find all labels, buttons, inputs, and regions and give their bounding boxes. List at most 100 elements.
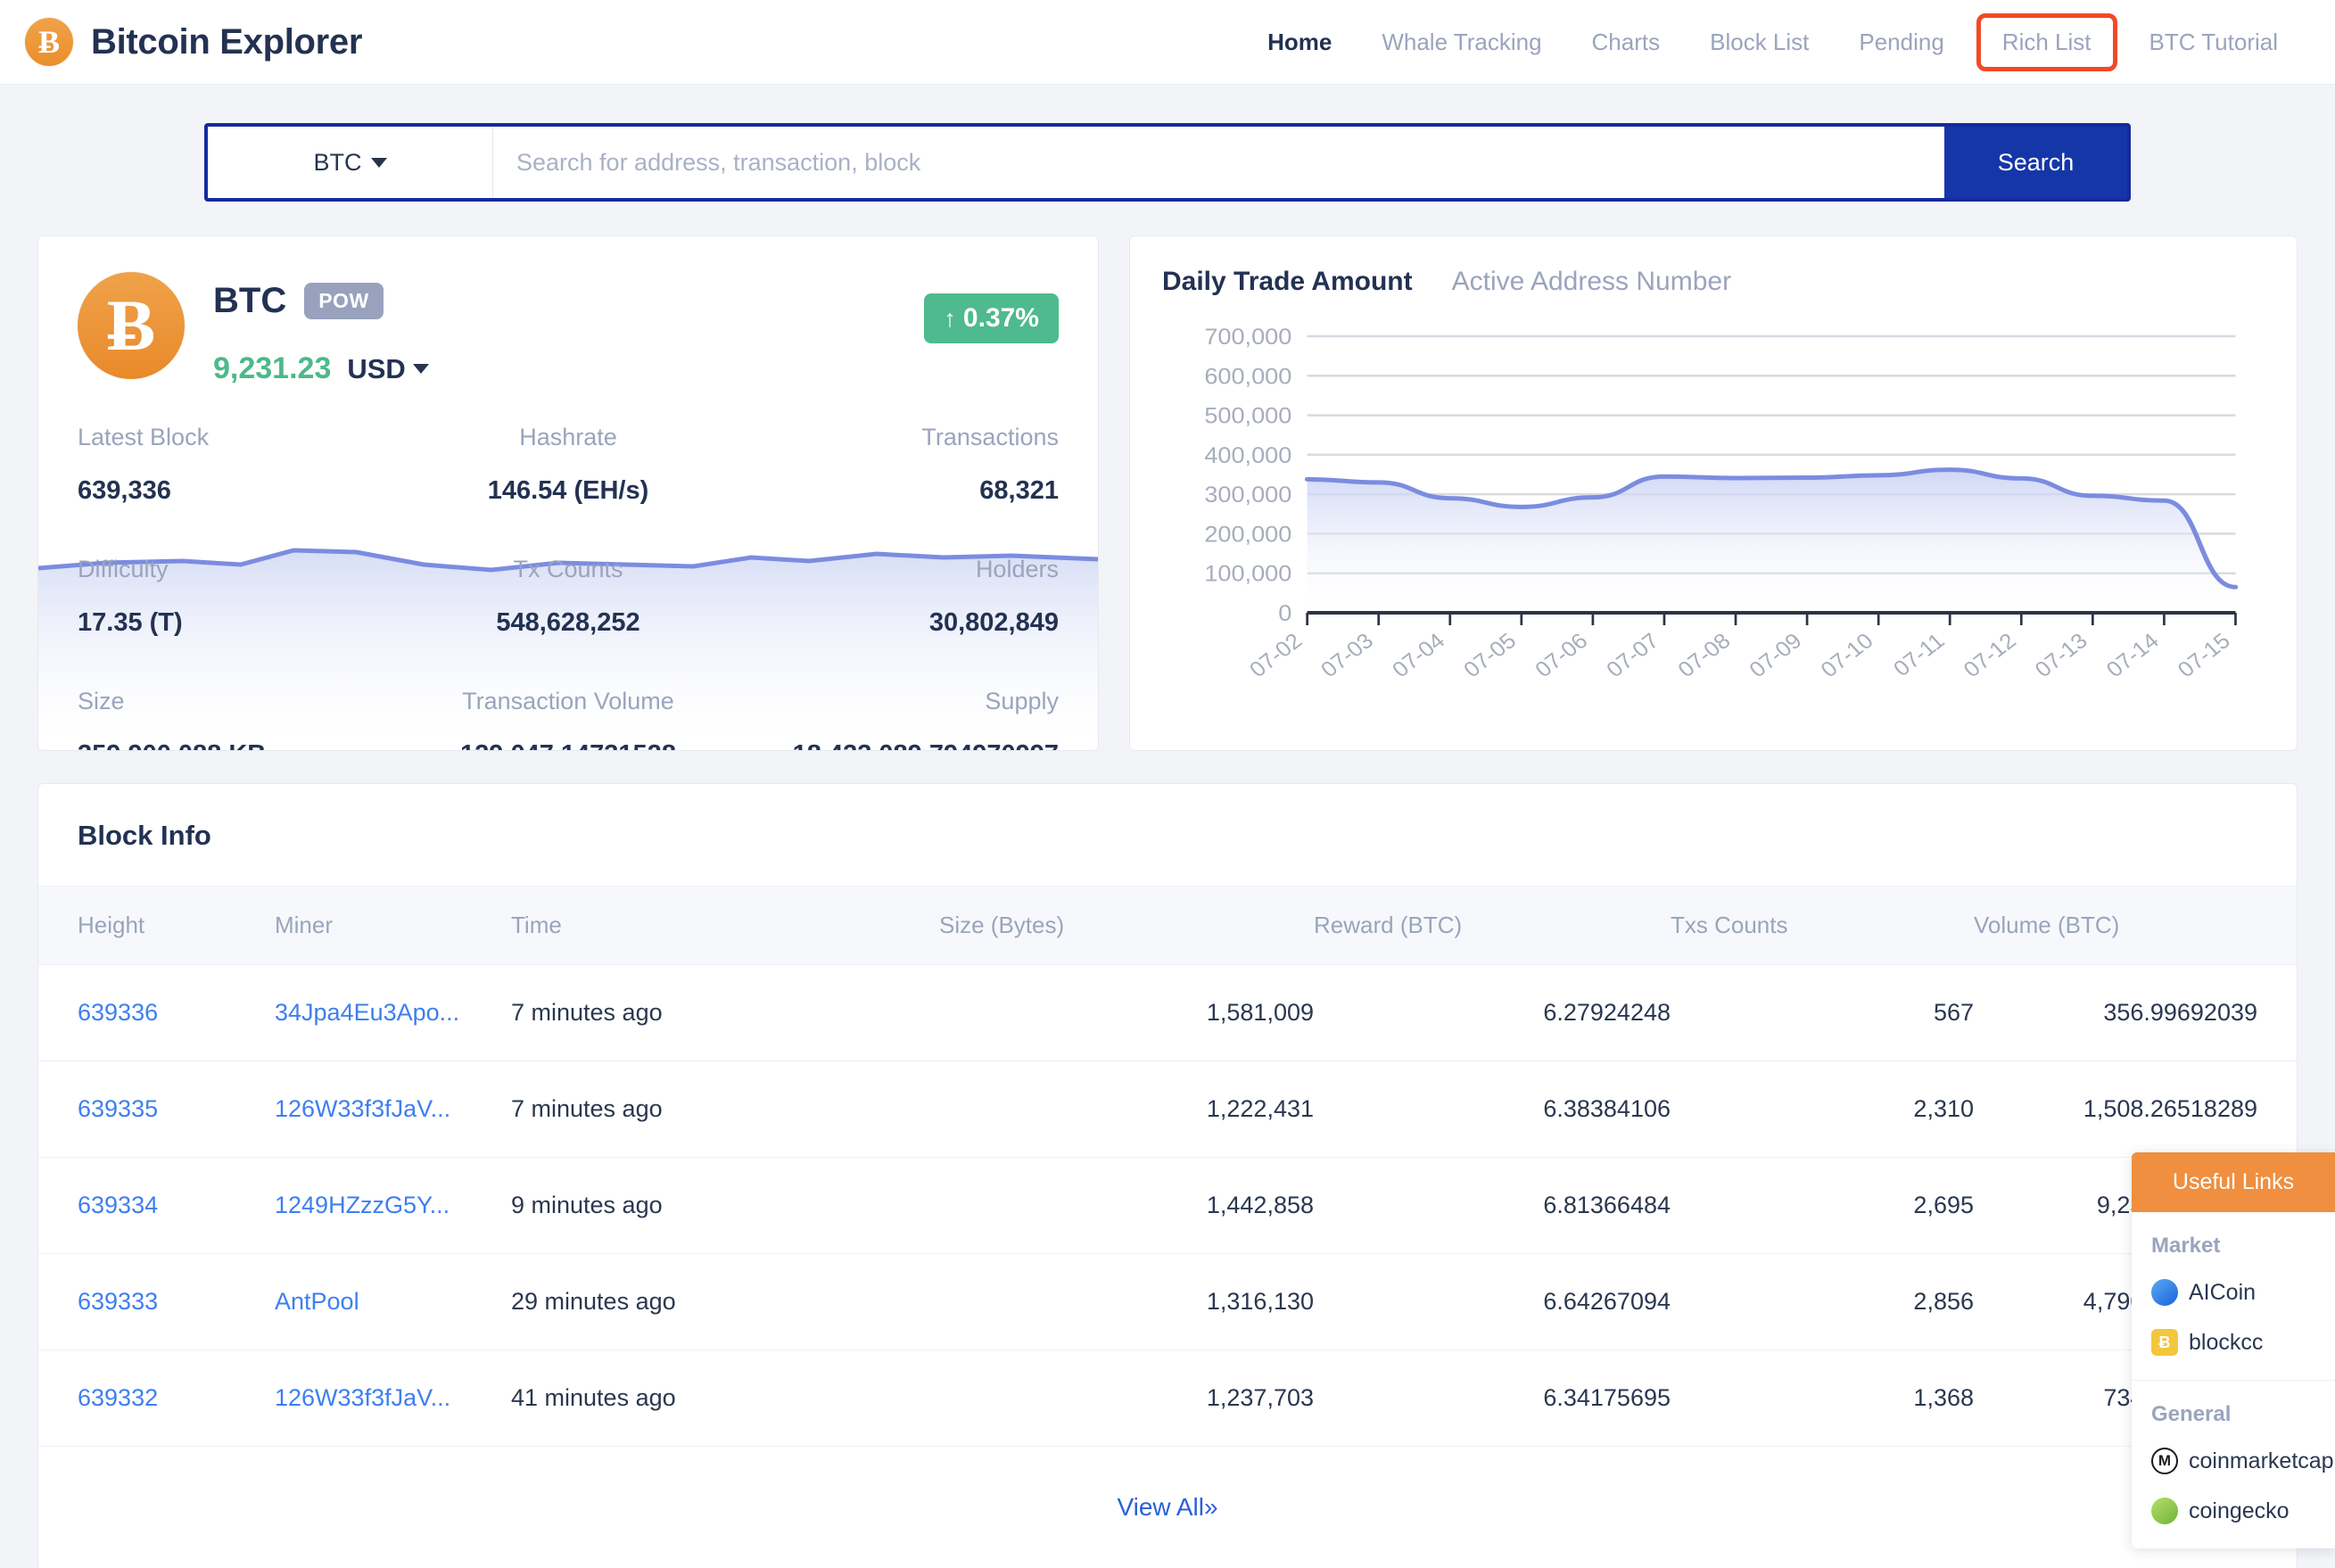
nav-item-rich-list[interactable]: Rich List <box>1976 12 2117 71</box>
link-item-aicoin[interactable]: AICoin <box>2132 1267 2335 1317</box>
nav-item-block-list[interactable]: Block List <box>1685 16 1834 69</box>
block-size: 1,581,009 <box>939 964 1314 1061</box>
link-label: coingecko <box>2189 1498 2290 1523</box>
svg-text:07-04: 07-04 <box>1388 629 1450 682</box>
link-label: coinmarketcap <box>2189 1448 2334 1473</box>
useful-links-panel: Useful Links Market AICoin Ƀ blockcc Gen… <box>2132 1152 2335 1548</box>
svg-text:07-14: 07-14 <box>2101 629 2164 682</box>
svg-text:07-13: 07-13 <box>2030 629 2092 682</box>
nav-item-home[interactable]: Home <box>1242 16 1357 69</box>
nav-item-pending[interactable]: Pending <box>1834 16 1968 69</box>
nav-item-whale-tracking[interactable]: Whale Tracking <box>1357 16 1566 69</box>
column-header-volume: Volume (BTC) <box>1974 912 2120 938</box>
block-volume: 1,508.26518289 <box>1974 1060 2297 1158</box>
block-txs: 2,856 <box>1671 1253 1974 1350</box>
block-reward: 6.38384106 <box>1314 1060 1671 1158</box>
block-reward: 6.34175695 <box>1314 1349 1671 1447</box>
coingecko-icon <box>2151 1498 2178 1524</box>
nav-item-charts[interactable]: Charts <box>1567 16 1686 69</box>
tab-daily-trade-amount[interactable]: Daily Trade Amount <box>1162 267 1413 297</box>
svg-text:07-07: 07-07 <box>1602 629 1664 682</box>
stat-value-transactions: 68,321 <box>979 476 1059 505</box>
stat-value-difficulty: 17.35 (T) <box>78 608 183 637</box>
column-header-size: Size (Bytes) <box>939 912 1065 938</box>
stat-value-tx-counts: 548,628,252 <box>496 608 640 637</box>
miner-link[interactable]: AntPool <box>275 1288 359 1315</box>
table-header-row: Height Miner Time Size (Bytes) Reward (B… <box>38 886 2297 965</box>
stat-label-size: Size <box>78 688 125 714</box>
table-row: 639336 34Jpa4Eu3Apo... 7 minutes ago 1,5… <box>38 964 2297 1061</box>
svg-text:0: 0 <box>1278 600 1291 626</box>
overview-panels: Ƀ BTC POW 9,231.23 USD ↑ 0.37% Latest Bl… <box>0 202 2335 751</box>
view-all-link[interactable]: View All» <box>1117 1493 1217 1521</box>
block-height-link[interactable]: 639334 <box>78 1192 158 1218</box>
svg-text:07-06: 07-06 <box>1531 629 1593 682</box>
svg-text:07-11: 07-11 <box>1889 629 1950 681</box>
svg-text:07-08: 07-08 <box>1673 629 1736 682</box>
bitcoin-coin-icon: Ƀ <box>78 272 185 379</box>
stat-label-holders: Holders <box>975 556 1059 582</box>
nav-item-btc-tutorial[interactable]: BTC Tutorial <box>2125 16 2304 69</box>
block-volume: 356.99692039 <box>1974 964 2297 1061</box>
currency-selector-label: BTC <box>313 148 362 176</box>
block-txs: 2,310 <box>1671 1060 1974 1158</box>
stat-value-supply: 18,433,089.794970997 <box>731 740 1059 750</box>
block-height-link[interactable]: 639336 <box>78 999 158 1026</box>
miner-link[interactable]: 126W33f3fJaV... <box>275 1095 450 1122</box>
useful-links-title[interactable]: Useful Links <box>2132 1152 2335 1212</box>
block-reward: 6.81366484 <box>1314 1157 1671 1254</box>
stat-value-transaction-volume: 129,047.14731528 <box>405 740 732 750</box>
link-item-blockcc[interactable]: Ƀ blockcc <box>2132 1317 2335 1367</box>
block-txs: 2,695 <box>1671 1157 1974 1254</box>
link-item-coingecko[interactable]: coingecko <box>2132 1486 2335 1536</box>
column-header-time: Time <box>511 912 562 938</box>
stat-label-transaction-volume: Transaction Volume <box>462 688 674 714</box>
stat-label-hashrate: Hashrate <box>519 424 617 450</box>
block-txs: 567 <box>1671 964 1974 1061</box>
brand[interactable]: Ƀ Bitcoin Explorer <box>25 18 362 66</box>
block-reward: 6.64267094 <box>1314 1253 1671 1350</box>
block-height-link[interactable]: 639333 <box>78 1288 158 1315</box>
btc-symbol: BTC <box>213 281 287 320</box>
svg-text:300,000: 300,000 <box>1204 482 1291 508</box>
stat-label-difficulty: Difficulty <box>78 556 169 582</box>
btc-summary-card: Ƀ BTC POW 9,231.23 USD ↑ 0.37% Latest Bl… <box>37 235 1099 751</box>
chevron-down-icon <box>412 364 429 374</box>
stat-value-size: 359,900,088 KB <box>78 740 405 750</box>
table-row: 639335 126W33f3fJaV... 7 minutes ago 1,2… <box>38 1060 2297 1158</box>
svg-text:07-02: 07-02 <box>1245 629 1308 682</box>
block-info-title: Block Info <box>78 820 211 851</box>
link-item-coinmarketcap[interactable]: Μ coinmarketcap <box>2132 1436 2335 1486</box>
chart-svg: 0 100,000 200,000 300,000 400,000 500,000 600,… <box>1204 324 2239 682</box>
consensus-badge: POW <box>304 283 384 319</box>
block-height-link[interactable]: 639332 <box>78 1384 158 1411</box>
btc-stats-grid: Latest Block Hashrate Transactions 639,3… <box>78 424 1059 750</box>
svg-text:07-15: 07-15 <box>2173 629 2235 682</box>
miner-link[interactable]: 34Jpa4Eu3Apo... <box>275 999 459 1026</box>
currency-selector[interactable]: BTC <box>208 127 493 198</box>
miner-link[interactable]: 1249HZzzG5Y... <box>275 1192 450 1218</box>
stat-label-transactions: Transactions <box>921 424 1059 450</box>
stat-label-tx-counts: Tx Counts <box>513 556 623 582</box>
useful-links-section-general: General Μ coinmarketcap coingecko <box>2132 1381 2335 1548</box>
btc-currency-selector[interactable]: USD <box>347 353 429 385</box>
column-header-miner: Miner <box>275 912 334 938</box>
chart-tabs: Daily Trade Amount Active Address Number <box>1162 267 2265 297</box>
search-input[interactable] <box>493 127 1944 198</box>
block-txs: 1,368 <box>1671 1349 1974 1447</box>
svg-text:200,000: 200,000 <box>1204 521 1291 547</box>
miner-link[interactable]: 126W33f3fJaV... <box>275 1384 450 1411</box>
block-size: 1,237,703 <box>939 1349 1314 1447</box>
table-head: Height Miner Time Size (Bytes) Reward (B… <box>38 886 2297 965</box>
stat-value-holders: 30,802,849 <box>928 608 1059 637</box>
view-all-row: View All» <box>38 1447 2297 1568</box>
svg-text:100,000: 100,000 <box>1204 561 1291 587</box>
block-height-link[interactable]: 639335 <box>78 1095 158 1122</box>
btc-header-row: Ƀ BTC POW 9,231.23 USD ↑ 0.37% <box>78 272 1059 386</box>
search-section: BTC Search <box>0 85 2335 202</box>
search-button[interactable]: Search <box>1944 127 2127 198</box>
block-info-card: Block Info Height Miner Time Size (Bytes… <box>37 783 2298 1568</box>
block-time: 7 minutes ago <box>511 964 939 1061</box>
link-label: AICoin <box>2189 1279 2257 1305</box>
tab-active-address-number[interactable]: Active Address Number <box>1452 267 1731 297</box>
